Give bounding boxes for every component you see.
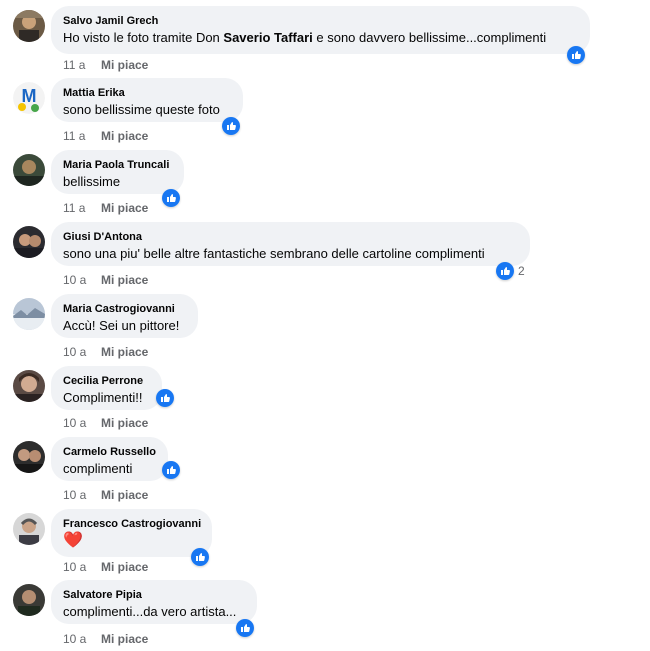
comment-time[interactable]: 11 a [63, 58, 101, 72]
comment-meta: 11 a Mi piace [63, 129, 148, 143]
avatar[interactable]: M [13, 82, 45, 114]
comment-author[interactable]: Salvo Jamil Grech [63, 14, 578, 28]
comment-time[interactable]: 10 a [63, 416, 101, 430]
reaction-summary[interactable] [236, 619, 254, 637]
comment-meta: 10 a Mi piace [63, 488, 148, 502]
svg-text:M: M [22, 86, 37, 106]
avatar[interactable] [13, 154, 45, 186]
comment-author[interactable]: Francesco Castrogiovanni [63, 517, 201, 531]
avatar[interactable] [13, 10, 45, 42]
comment-meta: 10 a Mi piace [63, 416, 148, 430]
comment-bubble: Carmelo Russello complimenti [51, 437, 168, 481]
comment-bubble: Giusi D'Antona sono una piu' belle altre… [51, 222, 530, 266]
comment-author[interactable]: Cecilia Perrone [63, 374, 150, 388]
comment-text: sono bellissime queste foto [63, 102, 220, 117]
comment-meta: 10 a Mi piace [63, 345, 148, 359]
comment-text: sono una piu' belle altre fantastiche se… [63, 246, 485, 261]
avatar[interactable] [13, 298, 45, 330]
reaction-summary[interactable] [567, 46, 585, 64]
like-button[interactable]: Mi piace [101, 273, 148, 287]
reaction-summary[interactable] [156, 389, 174, 407]
comment-bubble: Salvatore Pipia complimenti...da vero ar… [51, 580, 257, 624]
avatar[interactable] [13, 370, 45, 402]
comment-time[interactable]: 10 a [63, 632, 101, 646]
comment-meta: 10 a Mi piace [63, 273, 148, 287]
comment-text: complimenti [63, 461, 133, 476]
reaction-count: 2 [518, 264, 525, 278]
comment-text: ❤️ [63, 532, 83, 549]
comment-bubble: Mattia Erika sono bellissime queste foto [51, 78, 243, 122]
like-button[interactable]: Mi piace [101, 58, 148, 72]
comment-author[interactable]: Mattia Erika [63, 86, 231, 100]
comment-author[interactable]: Maria Paola Truncali [63, 158, 172, 172]
mentioned-name-link[interactable]: Saverio Taffari [223, 30, 312, 45]
like-button[interactable]: Mi piace [101, 129, 148, 143]
comment-bubble: Salvo Jamil Grech Ho visto le foto trami… [51, 6, 590, 54]
comment-author[interactable]: Carmelo Russello [63, 445, 156, 459]
reaction-summary[interactable] [162, 189, 180, 207]
thumbs-up-icon [496, 262, 514, 280]
comment-time[interactable]: 11 a [63, 129, 101, 143]
thumbs-up-icon [162, 189, 180, 207]
comment-time[interactable]: 10 a [63, 273, 101, 287]
reaction-summary[interactable] [191, 548, 209, 566]
comment-meta: 10 a Mi piace [63, 632, 148, 646]
like-button[interactable]: Mi piace [101, 201, 148, 215]
avatar[interactable] [13, 441, 45, 473]
comment-bubble: Cecilia Perrone Complimenti!! [51, 366, 162, 410]
comment-text: Ho visto le foto tramite Don Saverio Taf… [63, 30, 547, 45]
comment-time[interactable]: 10 a [63, 560, 101, 574]
comment-meta: 10 a Mi piace [63, 560, 148, 574]
comment-time[interactable]: 11 a [63, 201, 101, 215]
comment-text: bellissime [63, 174, 121, 189]
comment-time[interactable]: 10 a [63, 488, 101, 502]
avatar[interactable] [13, 226, 45, 258]
avatar[interactable] [13, 584, 45, 616]
thumbs-up-icon [156, 389, 174, 407]
like-button[interactable]: Mi piace [101, 632, 148, 646]
comment-author[interactable]: Giusi D'Antona [63, 230, 518, 244]
like-button[interactable]: Mi piace [101, 560, 148, 574]
thumbs-up-icon [236, 619, 254, 637]
thumbs-up-icon [222, 117, 240, 135]
reaction-summary[interactable] [162, 461, 180, 479]
like-button[interactable]: Mi piace [101, 416, 148, 430]
comment-bubble: Francesco Castrogiovanni ❤️ [51, 509, 212, 557]
thumbs-up-icon [567, 46, 585, 64]
comment-text: Accù! Sei un pittore! [63, 318, 180, 333]
reaction-summary[interactable]: 2 [496, 262, 525, 280]
comment-meta: 11 a Mi piace [63, 201, 148, 215]
comment-meta: 11 a Mi piace [63, 58, 148, 72]
comment-time[interactable]: 10 a [63, 345, 101, 359]
like-button[interactable]: Mi piace [101, 345, 148, 359]
reaction-summary[interactable] [222, 117, 240, 135]
comment-bubble: Maria Paola Truncali bellissime [51, 150, 184, 194]
comment-author[interactable]: Salvatore Pipia [63, 588, 245, 602]
comment-text: Complimenti!! [63, 390, 143, 405]
comment-bubble: Maria Castrogiovanni Accù! Sei un pittor… [51, 294, 198, 338]
comment-text: complimenti...da vero artista... [63, 604, 237, 619]
thumbs-up-icon [191, 548, 209, 566]
comment-author[interactable]: Maria Castrogiovanni [63, 302, 186, 316]
like-button[interactable]: Mi piace [101, 488, 148, 502]
avatar[interactable] [13, 513, 45, 545]
thumbs-up-icon [162, 461, 180, 479]
